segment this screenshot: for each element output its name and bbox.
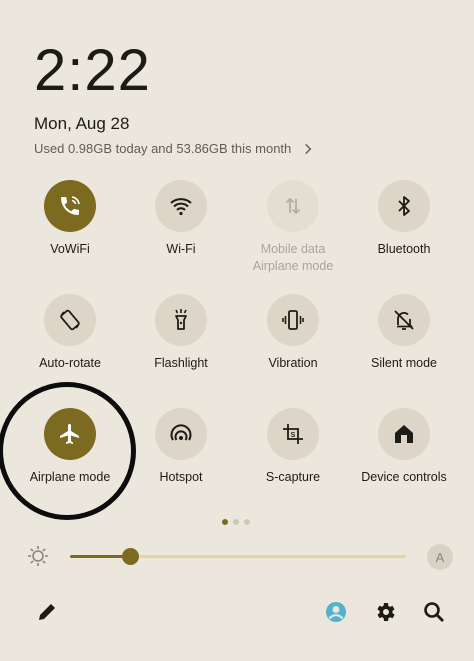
hotspot-icon [170,424,192,441]
tile-hotspot[interactable]: Hotspot [123,408,239,486]
wifi-button[interactable] [155,180,207,232]
tile-flashlight[interactable]: Flashlight [123,294,239,372]
device-controls-icon [395,425,413,443]
tile-mobile-data[interactable]: Mobile data Airplane mode [235,180,351,275]
auto-brightness-button[interactable]: A [427,544,453,570]
tile-vowifi[interactable]: VoWiFi [12,180,128,258]
tile-auto-rotate[interactable]: Auto-rotate [12,294,128,372]
tile-bluetooth[interactable]: Bluetooth [346,180,462,258]
bluetooth-icon [398,196,410,216]
page-dot [222,519,228,525]
tile-label: Auto-rotate [39,356,101,370]
date: Mon, Aug 28 [34,114,130,133]
page-dot [244,519,250,525]
chevron-right-icon [305,143,312,154]
tile-s-capture[interactable]: S S-capture [235,408,351,486]
tile-label: VoWiFi [50,242,90,256]
silent-mode-icon [394,310,414,330]
user-icon[interactable] [324,600,348,624]
mobile-data-icon [285,197,301,215]
bluetooth-button[interactable] [378,180,430,232]
vibration-button[interactable] [267,294,319,346]
tile-wifi[interactable]: Wi-Fi [123,180,239,258]
tile-label: S-capture [265,470,321,484]
tile-silent-mode[interactable]: Silent mode [346,294,462,372]
auto-rotate-button[interactable] [44,294,96,346]
data-usage[interactable]: Used 0.98GB today and 53.86GB this month [34,141,315,156]
auto-rotate-icon [60,309,80,331]
clock: 2:22 [34,38,151,103]
s-capture-button[interactable]: S [267,408,319,460]
tile-label: Bluetooth [377,242,431,256]
vowifi-button[interactable] [44,180,96,232]
wifi-call-icon [61,196,80,215]
tile-label: Wi-Fi [166,242,196,256]
brightness-slider[interactable] [70,548,406,565]
wifi-icon [170,198,192,216]
tile-label: Flashlight [154,356,208,370]
page-indicator [222,519,250,525]
tile-label: Hotspot [159,470,203,484]
page-dot [233,519,239,525]
settings-icon[interactable] [373,600,397,624]
hotspot-button[interactable] [155,408,207,460]
silent-mode-button[interactable] [378,294,430,346]
tile-device-controls[interactable]: Device controls [346,408,462,486]
device-controls-button[interactable] [378,408,430,460]
brightness-icon [28,546,48,566]
tile-label: Silent mode [370,356,437,370]
search-icon[interactable] [422,600,446,624]
flashlight-button[interactable] [155,294,207,346]
mobile-data-button[interactable] [267,180,319,232]
tile-label: Vibration [268,356,318,370]
brightness-fill [70,555,131,558]
brightness-thumb[interactable] [122,548,140,565]
data-usage-text: Used 0.98GB today and 53.86GB this month [34,141,292,156]
edit-icon[interactable] [35,600,59,624]
vibration-icon [282,310,304,330]
flashlight-icon [175,309,187,330]
tile-label: Device controls [361,470,447,484]
tile-label: Mobile data [260,242,326,256]
highlight-circle [0,382,136,520]
s-capture-icon: S [283,424,303,444]
tile-vibration[interactable]: Vibration [235,294,351,372]
svg-text:S: S [291,432,296,439]
tile-sublabel: Airplane mode [252,259,334,273]
